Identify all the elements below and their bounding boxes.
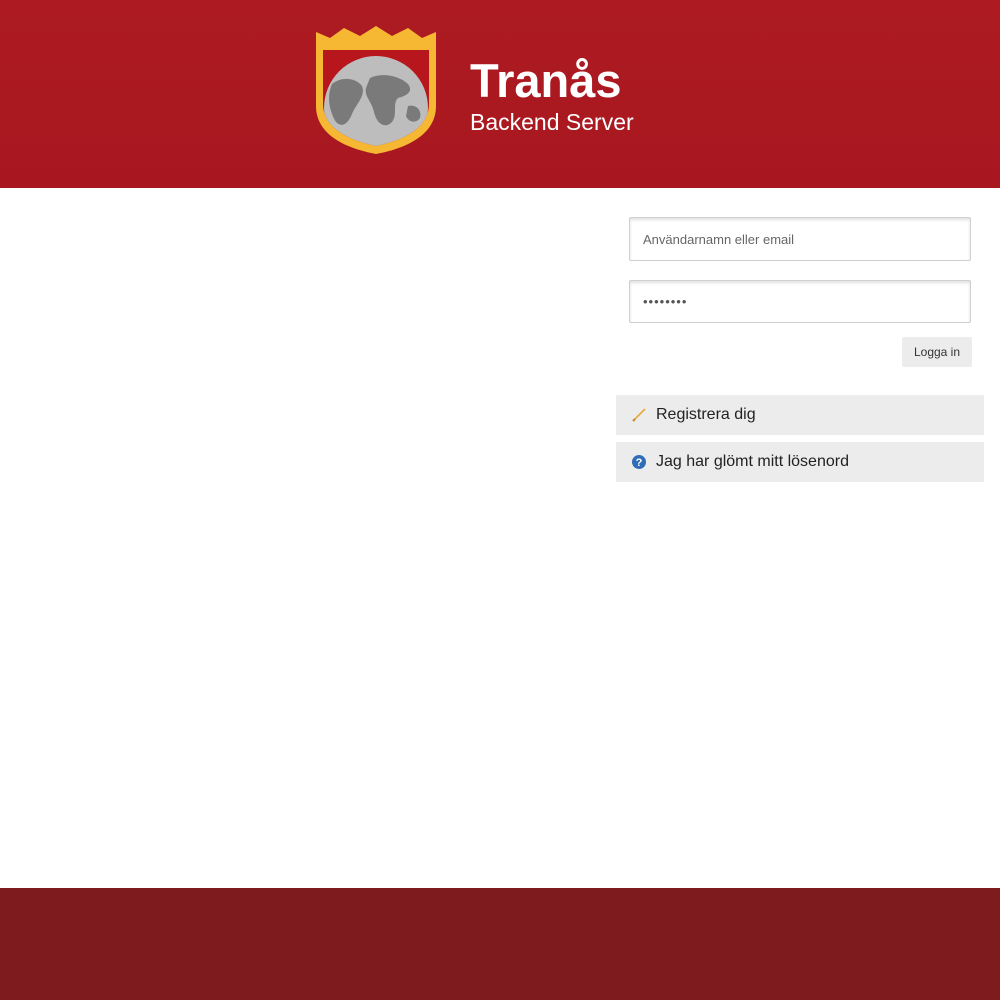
question-circle-icon: ? bbox=[632, 455, 646, 469]
forgot-password-link[interactable]: ? Jag har glömt mitt lösenord bbox=[616, 442, 984, 482]
register-link[interactable]: Registrera dig bbox=[616, 395, 984, 435]
pencil-icon bbox=[632, 408, 646, 422]
brand-subtitle: Backend Server bbox=[470, 109, 634, 135]
shield-globe-logo bbox=[316, 26, 436, 154]
login-button[interactable]: Logga in bbox=[902, 337, 972, 367]
site-header: Tranås Backend Server bbox=[0, 0, 1000, 188]
svg-text:?: ? bbox=[636, 457, 643, 469]
site-footer bbox=[0, 888, 1000, 1000]
password-input[interactable] bbox=[629, 280, 971, 323]
forgot-password-label: Jag har glömt mitt lösenord bbox=[656, 453, 849, 470]
username-input[interactable] bbox=[629, 217, 971, 261]
register-label: Registrera dig bbox=[656, 406, 756, 423]
brand-title: Tranås bbox=[470, 54, 622, 107]
